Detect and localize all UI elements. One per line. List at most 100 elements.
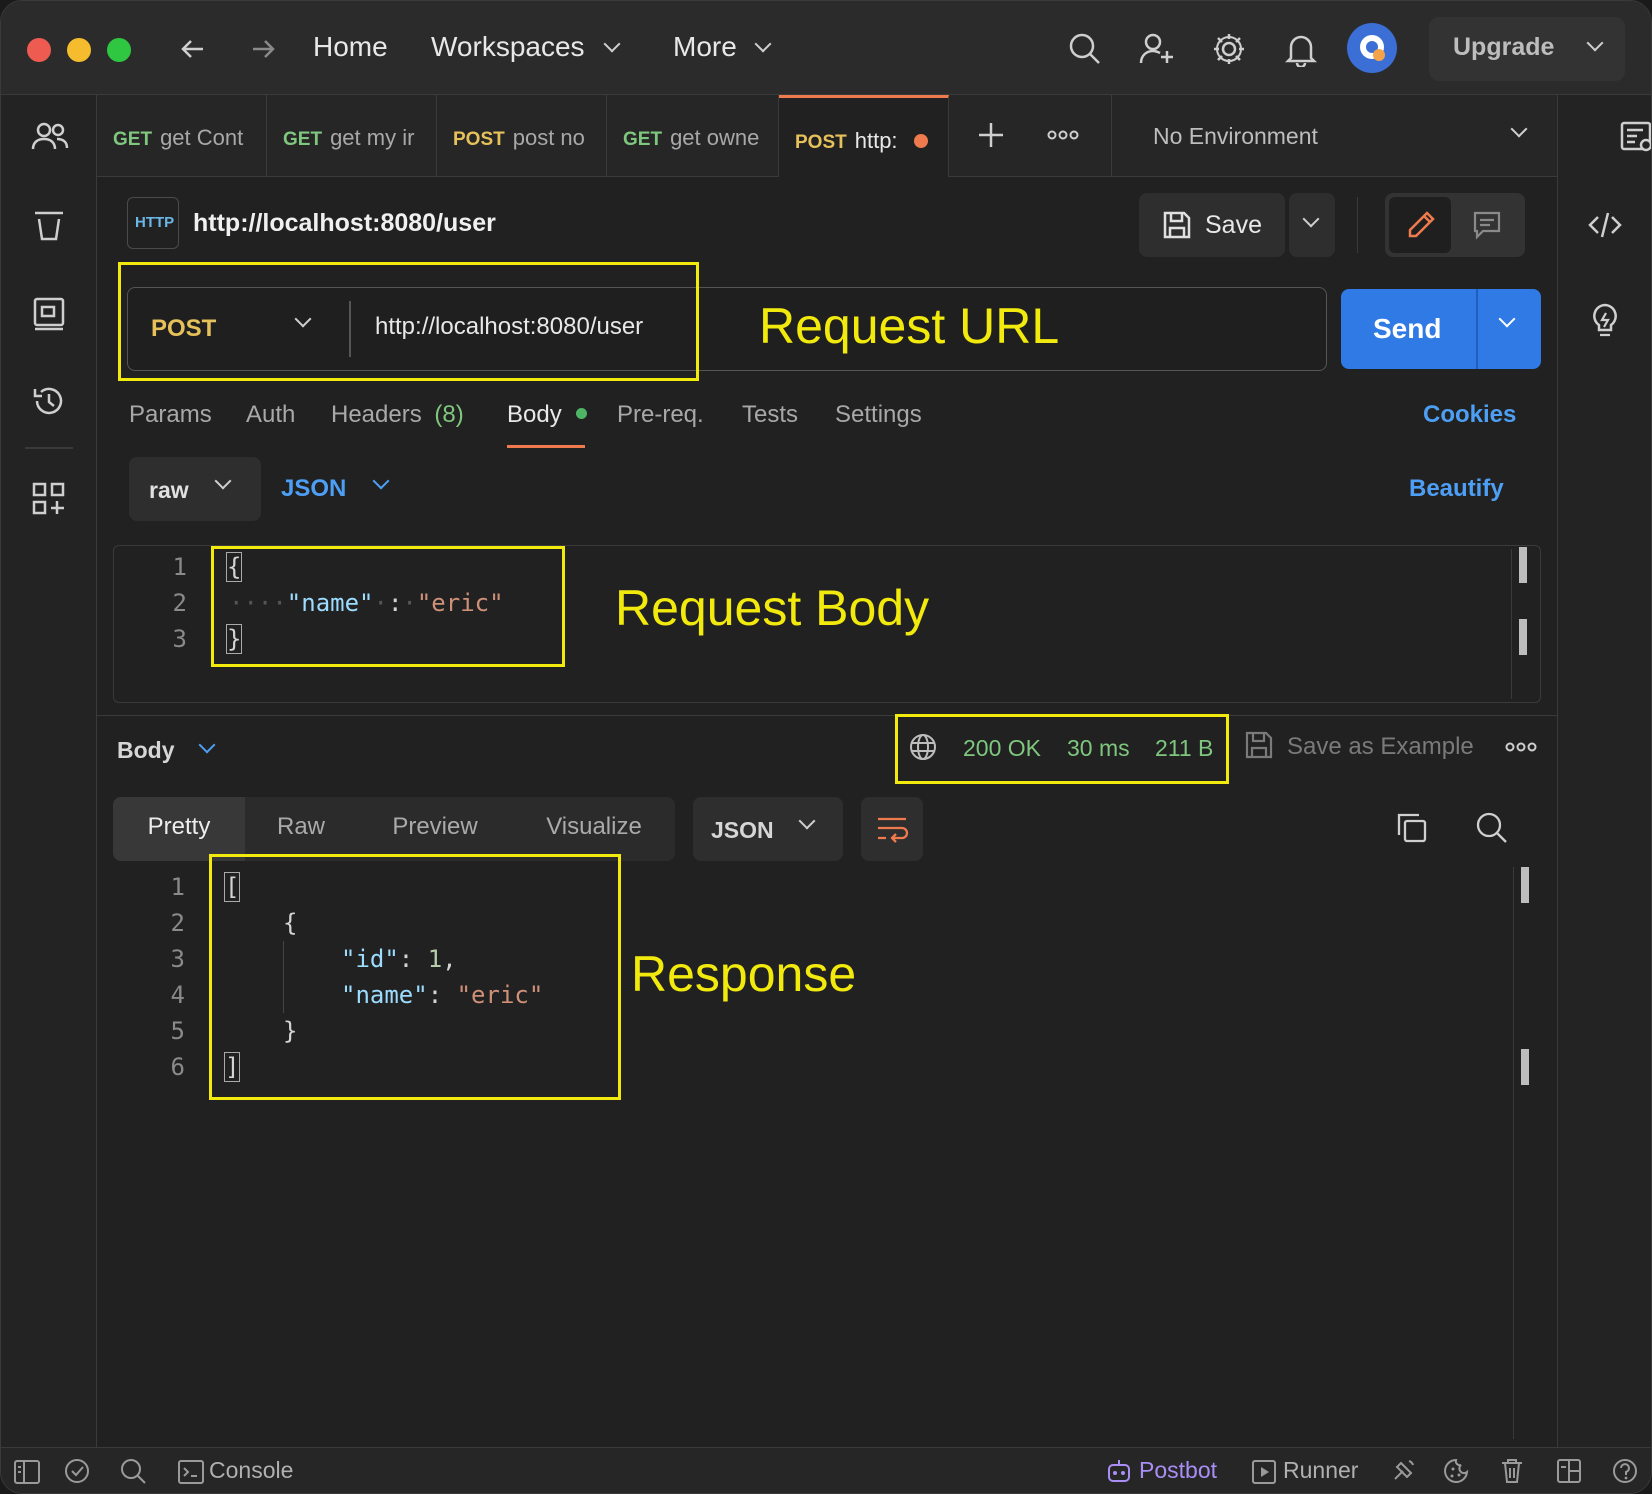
wrap-lines-button[interactable] — [861, 797, 923, 861]
wrap-lines-icon — [878, 817, 909, 843]
tab-preview[interactable]: Preview — [357, 797, 513, 861]
add-workspace-grid-icon[interactable] — [31, 481, 67, 517]
trash-icon[interactable] — [1499, 1457, 1525, 1485]
edit-mode-button[interactable] — [1389, 197, 1451, 253]
chevron-down-icon — [603, 35, 621, 53]
request-tab[interactable]: GET get my ir — [267, 95, 437, 177]
tab-headers[interactable]: Headers (8) — [331, 401, 464, 429]
chevron-down-icon[interactable] — [1498, 310, 1516, 328]
right-sidebar — [1557, 95, 1651, 1447]
request-title[interactable]: http://localhost:8080/user — [193, 209, 496, 238]
more-tabs-ellipsis-icon[interactable] — [1047, 127, 1079, 143]
notification-bell-icon[interactable] — [1283, 31, 1319, 67]
response-format-label: JSON — [711, 817, 774, 843]
lightbulb-icon[interactable] — [1587, 301, 1623, 341]
maximize-window-button[interactable] — [107, 38, 131, 62]
two-pane-layout-icon[interactable] — [1555, 1457, 1583, 1485]
search-icon[interactable] — [1067, 31, 1103, 67]
response-section-label: Body — [117, 737, 175, 763]
tab-body[interactable]: Body — [507, 401, 588, 429]
cookies-link[interactable]: Cookies — [1423, 401, 1516, 429]
history-icon[interactable] — [31, 383, 67, 419]
new-tab-plus-icon[interactable] — [975, 119, 1007, 151]
save-as-example-button[interactable]: Save as Example — [1287, 733, 1474, 761]
save-options-button[interactable] — [1289, 193, 1335, 257]
upgrade-button[interactable]: Upgrade — [1429, 17, 1625, 81]
comments-button[interactable] — [1455, 197, 1521, 253]
headers-count: (8) — [434, 401, 464, 428]
code-snippet-icon[interactable] — [1587, 207, 1623, 243]
body-format-label: JSON — [281, 475, 347, 502]
send-label: Send — [1373, 313, 1442, 344]
cookie-icon[interactable] — [1443, 1457, 1471, 1485]
annotation-request-url: Request URL — [759, 298, 1060, 354]
find-icon[interactable] — [119, 1457, 147, 1485]
tab-method: GET — [623, 129, 663, 150]
team-icon[interactable] — [31, 119, 69, 155]
tab-settings[interactable]: Settings — [835, 401, 922, 429]
forward-arrow-icon[interactable] — [247, 33, 279, 65]
help-icon[interactable] — [1611, 1457, 1639, 1485]
chevron-down-icon — [798, 812, 816, 830]
request-tab[interactable]: GET get Cont — [97, 95, 267, 177]
collections-trash-icon[interactable] — [31, 207, 67, 243]
response-scroll-track — [1513, 867, 1514, 1439]
tab-prereq[interactable]: Pre-req. — [617, 401, 704, 429]
tab-tests[interactable]: Tests — [742, 401, 798, 429]
check-circle-icon[interactable] — [63, 1457, 91, 1485]
tab-pretty[interactable]: Pretty — [113, 797, 245, 861]
response-scrollbar-marker — [1521, 1049, 1529, 1085]
chevron-down-icon — [372, 472, 390, 490]
body-format-select[interactable]: JSON — [281, 457, 401, 521]
request-tab-active[interactable]: POST http: — [779, 95, 949, 177]
tab-params[interactable]: Params — [129, 401, 212, 429]
runner-button[interactable]: Runner — [1283, 1457, 1358, 1484]
save-button[interactable]: Save — [1139, 193, 1285, 257]
request-tab[interactable]: POST post no — [437, 95, 607, 177]
minimize-window-button[interactable] — [67, 38, 91, 62]
back-arrow-icon[interactable] — [177, 33, 209, 65]
tab-label: get Cont — [160, 125, 244, 150]
environment-selector[interactable]: No Environment — [1113, 95, 1557, 177]
nav-more[interactable]: More — [673, 31, 772, 63]
http-badge-icon: HTTP — [127, 197, 179, 249]
response-section-select[interactable]: Body — [117, 735, 237, 775]
toggle-sidebar-icon[interactable] — [13, 1459, 41, 1485]
tab-raw[interactable]: Raw — [245, 797, 357, 861]
nav-more-label: More — [673, 31, 737, 62]
tab-divider — [1111, 95, 1112, 177]
environments-icon[interactable] — [31, 295, 67, 331]
tab-visualize[interactable]: Visualize — [513, 797, 675, 861]
postbot-icon[interactable] — [1105, 1457, 1133, 1485]
editor-scrollbar-thumb[interactable] — [1519, 547, 1527, 583]
nav-workspaces[interactable]: Workspaces — [431, 31, 621, 63]
response-scrollbar-thumb[interactable] — [1521, 867, 1529, 903]
search-response-icon[interactable] — [1475, 811, 1509, 845]
response-format-select[interactable]: JSON — [693, 797, 843, 861]
environment-quick-look-icon[interactable] — [1619, 119, 1651, 155]
tab-label: http: — [854, 128, 898, 153]
line-number: 5 — [170, 1017, 185, 1045]
postbot-button[interactable]: Postbot — [1139, 1457, 1217, 1484]
copy-icon[interactable] — [1395, 811, 1429, 845]
request-tab[interactable]: GET get owne — [607, 95, 779, 177]
runner-play-icon[interactable] — [1251, 1459, 1277, 1485]
line-number: 6 — [170, 1053, 185, 1081]
chevron-down-icon — [754, 35, 772, 53]
avatar[interactable] — [1347, 23, 1397, 73]
beautify-button[interactable]: Beautify — [1409, 475, 1504, 503]
invite-user-icon[interactable] — [1139, 31, 1175, 67]
tab-auth[interactable]: Auth — [246, 401, 295, 429]
settings-gear-icon[interactable] — [1211, 31, 1247, 67]
response-more-ellipsis-icon[interactable] — [1505, 739, 1537, 755]
close-window-button[interactable] — [27, 38, 51, 62]
send-divider — [1476, 289, 1478, 369]
body-mode-select[interactable]: raw — [129, 457, 261, 521]
console-icon[interactable] — [177, 1459, 205, 1485]
send-button[interactable]: Send — [1341, 289, 1541, 369]
console-button[interactable]: Console — [209, 1457, 293, 1484]
environment-selected: No Environment — [1153, 123, 1318, 149]
comment-icon — [1473, 211, 1501, 240]
nav-home[interactable]: Home — [313, 31, 388, 63]
capture-satellite-icon[interactable] — [1389, 1457, 1417, 1485]
